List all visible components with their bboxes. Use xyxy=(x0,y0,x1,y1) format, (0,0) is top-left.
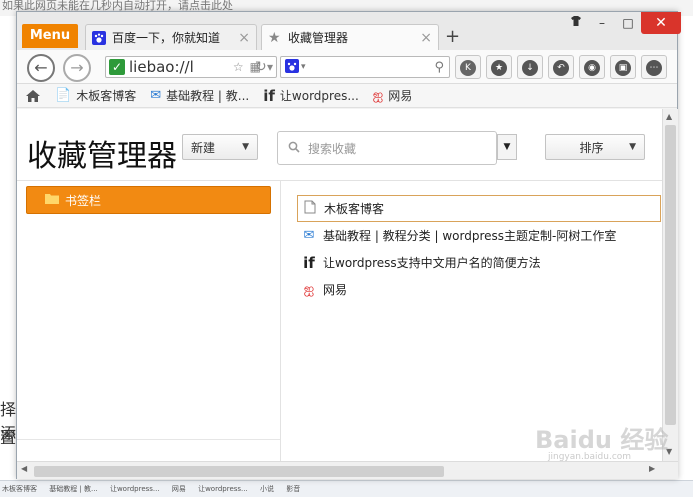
secure-check-icon: ✓ xyxy=(109,59,125,75)
star-icon[interactable]: ★ xyxy=(486,55,512,79)
search-engine-box[interactable]: ▾ ⚲ xyxy=(280,56,450,78)
new-button[interactable]: 新建 ▼ xyxy=(182,134,258,160)
bookmark-manager-page: 收藏管理器 新建 ▼ 搜索收藏 ▼ 排序 ▼ 书签栏 木板客博客 ✉ 基础教程 … xyxy=(17,109,662,461)
page-icon xyxy=(302,200,318,218)
search-icon[interactable]: ⚲ xyxy=(434,60,444,75)
taskbar-item[interactable]: 小说 xyxy=(260,485,274,493)
bookmark-title: 让wordpress支持中文用户名的简便方法 xyxy=(323,256,541,270)
star-icon[interactable]: ☆ xyxy=(233,60,244,74)
watermark-url: jingyan.baidu.com xyxy=(548,452,632,462)
folder-label: 书签栏 xyxy=(65,193,102,208)
if-icon: if xyxy=(263,86,275,105)
scroll-left-icon[interactable]: ◀ xyxy=(21,464,27,473)
chevron-down-icon: ▼ xyxy=(242,142,249,152)
list-item[interactable]: 木板客博客 xyxy=(297,195,661,222)
page-icon: 📄 xyxy=(55,88,72,103)
tab-bookmark-manager[interactable]: ★ 收藏管理器 × xyxy=(261,24,439,50)
window-close-button[interactable]: ✕ xyxy=(641,12,681,34)
watermark: Baidu 经验 xyxy=(535,426,669,454)
mail-icon: ✉ xyxy=(303,228,315,243)
tab-baidu[interactable]: 百度一下，你就知道 × xyxy=(85,24,257,50)
bookmark-bar-label: 基础教程 | 教... xyxy=(166,89,250,103)
taskbar-item[interactable]: 影音 xyxy=(286,485,300,493)
search-icon xyxy=(288,141,300,156)
new-button-label: 新建 xyxy=(191,140,216,155)
list-item[interactable]: ஐ 网易 xyxy=(297,276,661,303)
folder-icon xyxy=(45,193,59,207)
undo-icon[interactable]: ↶ xyxy=(548,55,574,79)
taskbar-item[interactable]: 木板客博客 xyxy=(2,485,37,493)
list-item[interactable]: ✉ 基础教程 | 教程分类 | wordpress主题定制-阿树工作室 xyxy=(297,222,661,249)
gamepad-icon[interactable]: ◉ xyxy=(579,55,605,79)
tab-title: 收藏管理器 xyxy=(288,31,349,45)
bookmarks-bar: 📄 木板客博客 ✉ 基础教程 | 教... if 让wordpres... ஐ … xyxy=(17,84,677,108)
maximize-button[interactable]: □ xyxy=(615,12,641,34)
home-icon[interactable] xyxy=(25,89,41,103)
k-icon[interactable]: K xyxy=(455,55,481,79)
back-button[interactable]: ← xyxy=(27,54,55,82)
divider xyxy=(17,180,662,181)
bookmark-list: 木板客博客 ✉ 基础教程 | 教程分类 | wordpress主题定制-阿树工作… xyxy=(297,195,661,303)
bookmark-bar-item[interactable]: ஐ 网易 xyxy=(373,87,412,104)
star-icon: ★ xyxy=(268,29,281,46)
chevron-down-icon: ▼ xyxy=(629,142,636,152)
bookmark-bar-item[interactable]: 📄 木板客博客 xyxy=(55,87,136,104)
minimize-button[interactable]: – xyxy=(589,12,615,34)
bookmark-bar-item[interactable]: if 让wordpres... xyxy=(263,87,359,105)
close-icon[interactable]: × xyxy=(420,30,432,46)
bookmark-bar-label: 网易 xyxy=(388,89,413,103)
netease-icon: ஐ xyxy=(303,281,315,297)
close-icon[interactable]: × xyxy=(238,30,250,46)
skin-icon[interactable] xyxy=(563,12,589,34)
taskbar-item[interactable]: 让wordpress... xyxy=(110,485,160,493)
bookmark-bar-label: 让wordpres... xyxy=(279,89,359,103)
background-taskbar: 木板客博客 基础教程 | 教... 让wordpress... 网易 让word… xyxy=(0,480,693,497)
divider xyxy=(17,439,280,440)
page-title: 收藏管理器 xyxy=(27,139,177,174)
vertical-scrollbar[interactable]: ▲ ▼ xyxy=(662,109,678,461)
search-placeholder: 搜索收藏 xyxy=(308,141,357,156)
refresh-button[interactable]: ↻ xyxy=(255,59,267,75)
baidu-paw-icon xyxy=(92,30,106,45)
scroll-right-icon[interactable]: ▶ xyxy=(649,464,655,473)
sort-button-label: 排序 xyxy=(579,140,604,155)
chevron-down-icon[interactable]: ▾ xyxy=(267,60,273,74)
browser-window: Menu 百度一下，你就知道 × ★ 收藏管理器 × + – □ ✕ ← → ✓ xyxy=(16,11,681,479)
baidu-paw-icon[interactable] xyxy=(285,58,299,76)
taskbar-item[interactable]: 让wordpress... xyxy=(198,485,248,493)
url-text[interactable]: liebao://l xyxy=(129,58,230,76)
tab-title: 百度一下，你就知道 xyxy=(112,31,221,45)
bookmark-title: 木板客博客 xyxy=(324,202,385,216)
scrollbar-thumb[interactable] xyxy=(34,466,444,477)
list-item[interactable]: if 让wordpress支持中文用户名的简便方法 xyxy=(297,249,661,276)
download-icon[interactable]: ↓ xyxy=(517,55,543,79)
divider xyxy=(280,180,281,461)
chevron-down-icon[interactable]: ▾ xyxy=(301,62,306,72)
forward-button[interactable]: → xyxy=(63,54,91,82)
horizontal-scrollbar[interactable]: ◀ ▶ xyxy=(17,461,678,479)
scroll-up-icon[interactable]: ▲ xyxy=(666,112,672,121)
menu-button[interactable]: Menu xyxy=(22,24,78,48)
more-icon[interactable]: ⋯ xyxy=(641,55,667,79)
scrollbar-thumb[interactable] xyxy=(665,125,676,425)
bookmark-bar-item[interactable]: ✉ 基础教程 | 教... xyxy=(150,87,249,104)
taskbar-item[interactable]: 基础教程 | 教... xyxy=(49,485,97,493)
folder-bookmarks-bar[interactable]: 书签栏 xyxy=(26,186,271,214)
bookmark-search-input[interactable]: 搜索收藏 xyxy=(277,131,497,165)
if-icon: if xyxy=(303,253,315,272)
bookmark-title: 基础教程 | 教程分类 | wordpress主题定制-阿树工作室 xyxy=(323,229,617,243)
tab-strip: Menu 百度一下，你就知道 × ★ 收藏管理器 × + – □ ✕ xyxy=(17,12,681,50)
sort-button[interactable]: 排序 ▼ xyxy=(545,134,645,160)
bookmark-bar-label: 木板客博客 xyxy=(76,89,137,103)
address-bar[interactable]: ✓ liebao://l ☆ ▦ ▾ xyxy=(105,56,277,78)
mail-icon: ✉ xyxy=(150,88,162,103)
screen-icon[interactable]: ▣ xyxy=(610,55,636,79)
bookmark-title: 网易 xyxy=(323,283,348,297)
window-controls: – □ ✕ xyxy=(563,12,681,34)
navigation-bar: ← → ✓ liebao://l ☆ ▦ ▾ ↻ ▾ ⚲ K ★ ↓ ↶ ◉ ▣… xyxy=(17,50,677,84)
chevron-down-icon[interactable]: ▼ xyxy=(497,134,517,160)
taskbar-item[interactable]: 网易 xyxy=(172,485,186,493)
netease-icon: ஐ xyxy=(372,87,384,103)
new-tab-button[interactable]: + xyxy=(445,26,460,47)
